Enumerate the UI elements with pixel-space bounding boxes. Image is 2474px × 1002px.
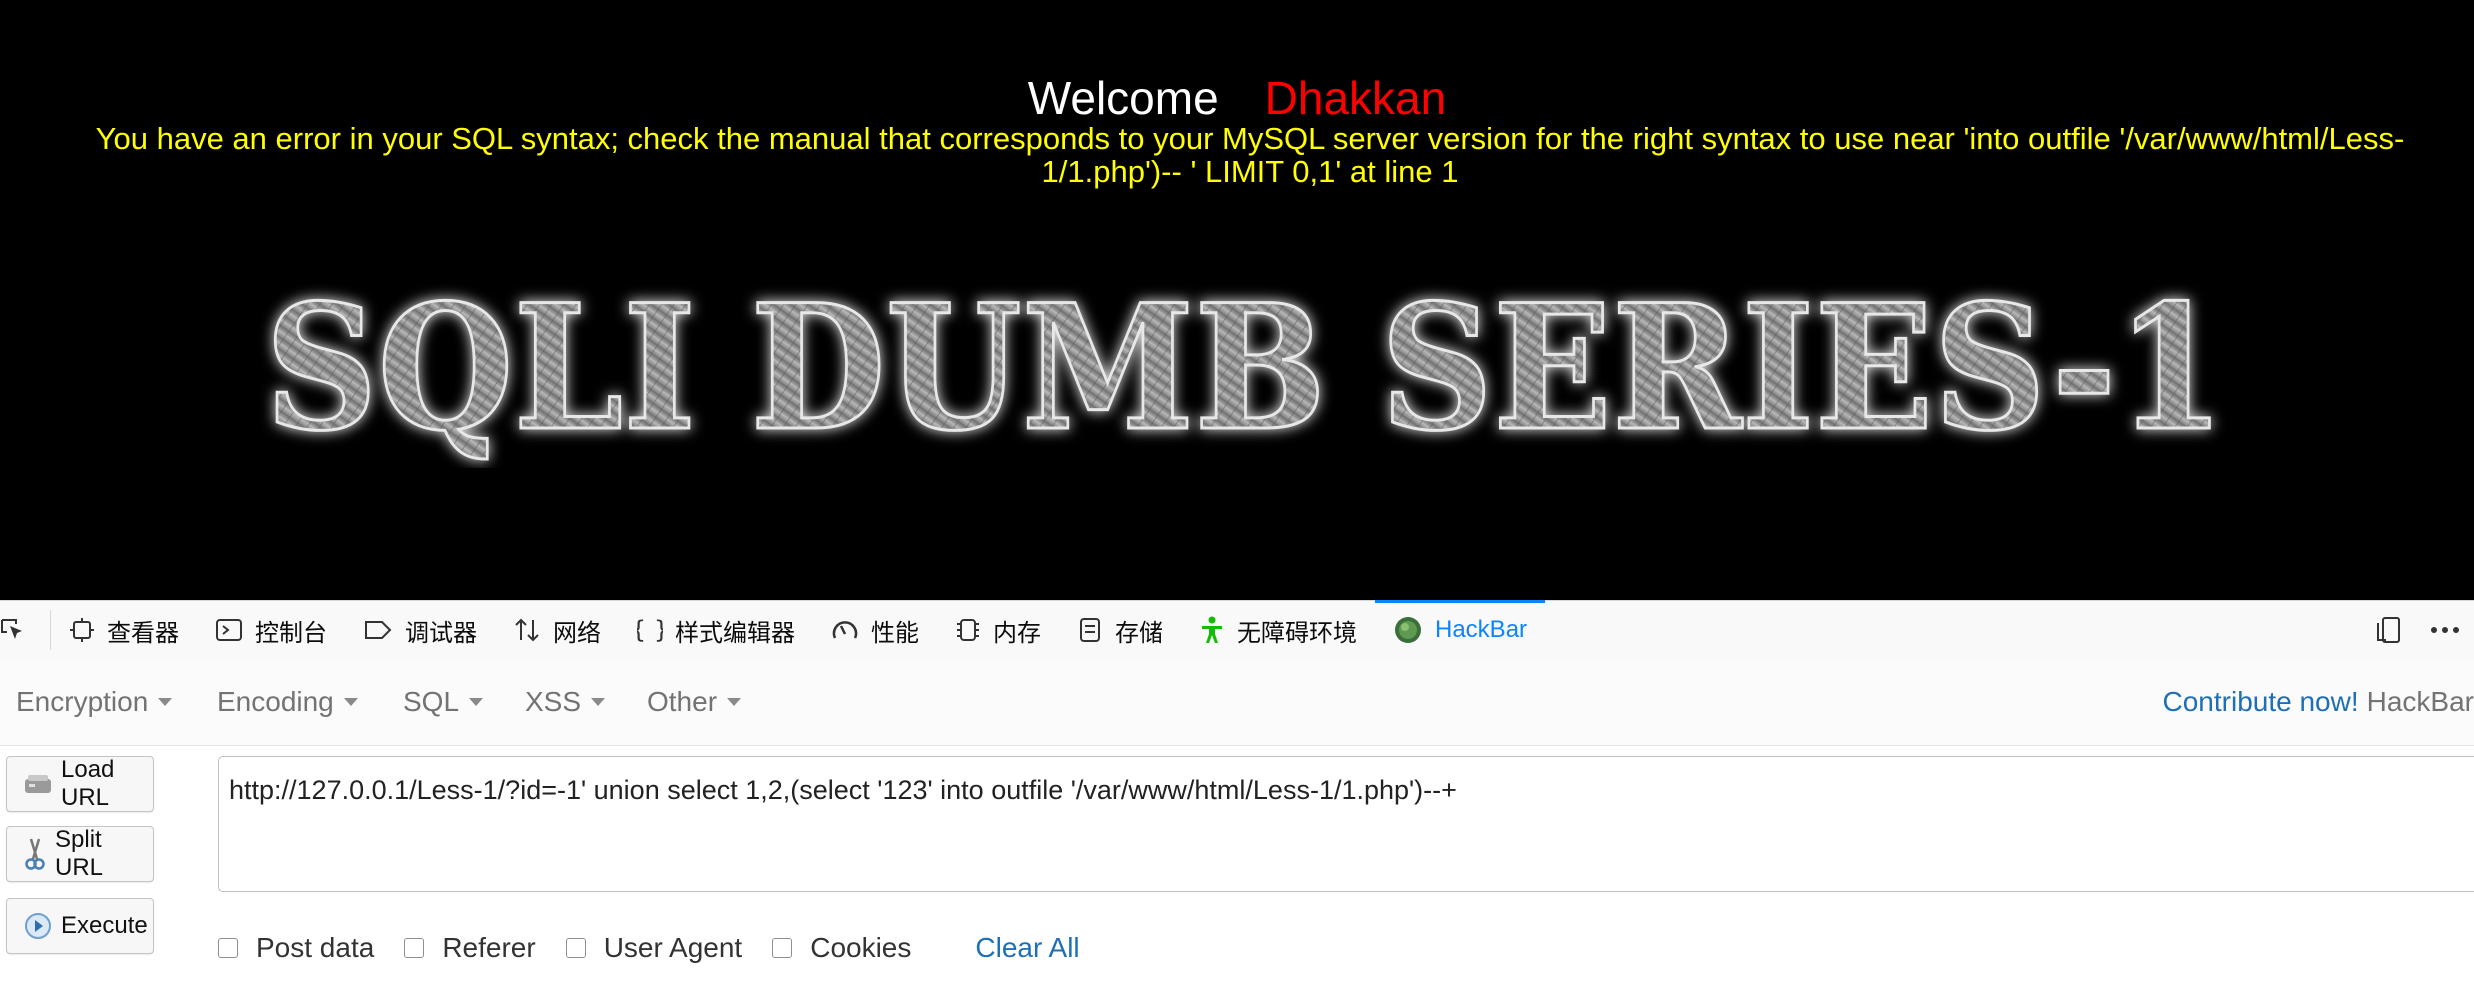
menu-other[interactable]: Other [647, 659, 742, 745]
chevron-down-icon [343, 698, 358, 706]
user-agent-label: User Agent [603, 932, 743, 963]
accessibility-icon [1202, 616, 1222, 643]
braces-icon: { } [637, 616, 663, 644]
chevron-down-icon [158, 698, 173, 706]
menu-sql-label: SQL [403, 686, 460, 717]
tab-debugger[interactable]: 调试器 [345, 601, 495, 659]
tab-style-editor[interactable]: { } 样式编辑器 [619, 601, 813, 659]
welcome-label: Welcome [1027, 72, 1219, 124]
devtools-right-controls [2362, 601, 2474, 659]
tab-inspector-label: 查看器 [107, 619, 179, 647]
tab-accessibility-label: 无障碍环境 [1237, 619, 1357, 647]
element-picker-button[interactable] [0, 610, 51, 650]
menu-encoding[interactable]: Encoding [217, 659, 358, 745]
load-url-button[interactable]: Load URL [6, 756, 154, 812]
referer-checkbox[interactable] [404, 938, 425, 958]
menu-xss-label: XSS [525, 686, 582, 717]
tab-network[interactable]: 网络 [495, 601, 619, 659]
svg-text:{ }: { } [637, 616, 663, 644]
sql-error-message: You have an error in your SQL syntax; ch… [50, 122, 2450, 188]
tab-storage[interactable]: 存储 [1059, 601, 1181, 659]
execute-label: Execute [61, 912, 148, 939]
contribute-link[interactable]: Contribute now! [2163, 686, 2359, 718]
url-textarea[interactable]: http://127.0.0.1/Less-1/?id=-1' union se… [218, 756, 2474, 892]
cookies-label: Cookies [810, 932, 912, 963]
console-icon [216, 619, 242, 641]
more-options-icon [2431, 627, 2459, 633]
dock-side-button[interactable] [2362, 615, 2416, 645]
tab-performance-label: 性能 [871, 619, 919, 647]
inspector-icon [70, 618, 94, 642]
post-data-label: Post data [256, 932, 375, 963]
chevron-down-icon [591, 698, 606, 706]
performance-gauge-icon [832, 621, 858, 639]
menu-xss[interactable]: XSS [525, 659, 606, 745]
menu-encryption-label: Encryption [16, 686, 149, 717]
storage-icon [1080, 618, 1100, 642]
hackbar-brand: HackBar [2366, 686, 2474, 717]
element-picker-icon [1, 619, 22, 639]
menu-encoding-label: Encoding [217, 686, 334, 717]
post-data-option[interactable]: Post data [218, 932, 374, 964]
tab-console[interactable]: 控制台 [197, 601, 345, 659]
tab-memory-label: 内存 [993, 619, 1041, 647]
tab-inspector[interactable]: 查看器 [51, 601, 197, 659]
request-options: Post data Referer User Agent Cookies Cle… [218, 926, 1080, 970]
tab-storage-label: 存储 [1115, 619, 1163, 647]
sql-error-line-1: You have an error in your SQL syntax; ch… [95, 121, 2405, 156]
load-url-label: Load URL [61, 756, 115, 811]
welcome-line: Welcome Dhakkan [0, 70, 2474, 126]
scissors-icon [23, 837, 47, 871]
referer-option[interactable]: Referer [404, 932, 536, 964]
tab-style-editor-label: 样式编辑器 [675, 619, 795, 647]
sql-error-line-2: 1/1.php')-- ' LIMIT 0,1' at line 1 [1041, 154, 1459, 189]
tab-console-label: 控制台 [255, 619, 327, 647]
tab-hackbar[interactable]: HackBar [1375, 600, 1546, 659]
tab-memory[interactable]: 内存 [937, 601, 1059, 659]
menu-other-label: Other [647, 686, 718, 717]
chevron-down-icon [469, 698, 484, 706]
split-url-label: Split URL [55, 826, 104, 881]
memory-chip-icon [957, 619, 979, 641]
hackbar-toolbar: Encryption Encoding SQL XSS Other Contri… [0, 659, 2474, 746]
load-url-icon [23, 771, 53, 797]
banner-text: SQLI DUMB SERIES-1 [265, 278, 2225, 468]
tab-hackbar-label: HackBar [1435, 616, 1528, 643]
contribute-area: Contribute now! HackBar [2163, 659, 2474, 745]
tab-accessibility[interactable]: 无障碍环境 [1181, 601, 1375, 659]
debugger-icon [365, 621, 392, 639]
tab-network-label: 网络 [553, 619, 601, 647]
sqli-dumb-series-banner: SQLI DUMB SERIES-1 [264, 278, 2227, 468]
tab-debugger-label: 调试器 [405, 619, 477, 647]
cookies-option[interactable]: Cookies [772, 932, 911, 964]
post-data-checkbox[interactable] [218, 938, 238, 958]
play-icon [23, 911, 53, 941]
more-options-button[interactable] [2416, 615, 2474, 645]
menu-sql[interactable]: SQL [403, 659, 484, 745]
cookies-checkbox[interactable] [772, 938, 793, 958]
user-agent-option[interactable]: User Agent [565, 932, 743, 964]
hackbar-icon [1395, 617, 1421, 643]
network-icon [515, 618, 539, 642]
user-agent-checkbox[interactable] [565, 938, 586, 958]
chevron-down-icon [727, 698, 742, 706]
split-url-button[interactable]: Split URL [6, 826, 154, 882]
execute-button[interactable]: Execute [6, 898, 154, 954]
dock-side-icon [2377, 617, 2400, 643]
tab-performance[interactable]: 性能 [813, 601, 937, 659]
menu-encryption[interactable]: Encryption [16, 659, 173, 745]
sqli-page: Welcome Dhakkan You have an error in your… [0, 0, 2474, 600]
user-name: Dhakkan [1264, 72, 1447, 124]
referer-label: Referer [442, 932, 536, 963]
clear-all-link[interactable]: Clear All [975, 932, 1079, 964]
devtools-toolbar: 查看器 控制台 调试器 网络 { } 样式编辑器 性能 [0, 600, 2474, 660]
